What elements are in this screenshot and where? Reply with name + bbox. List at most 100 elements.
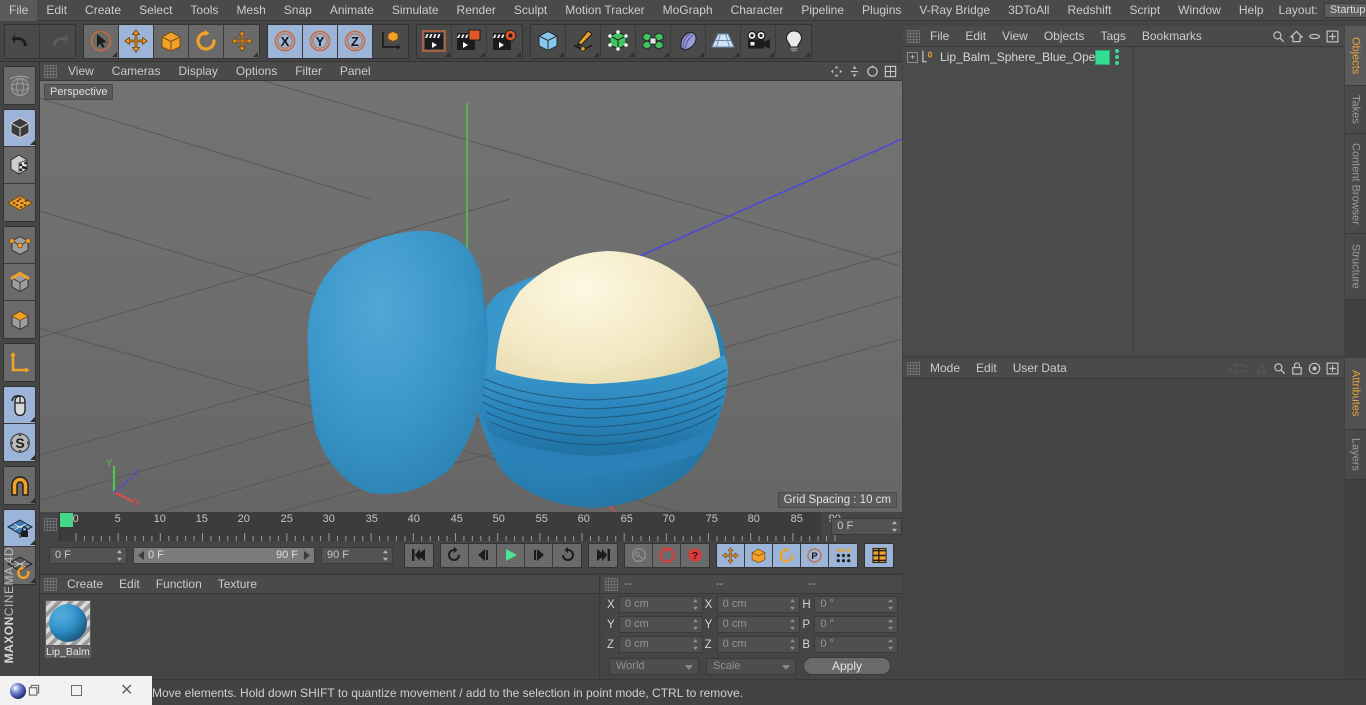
menu-item-script[interactable]: Script	[1120, 0, 1169, 21]
spinner-icon[interactable]	[382, 549, 389, 562]
soft-selection-button[interactable]: S	[4, 424, 35, 461]
taskbar-app-button[interactable]	[0, 676, 51, 705]
render-view-button[interactable]	[417, 24, 452, 58]
panel-grip-icon[interactable]	[44, 577, 57, 591]
spinner-icon[interactable]	[692, 638, 699, 651]
material-thumbnail[interactable]	[45, 600, 91, 646]
menu-item-animate[interactable]: Animate	[321, 0, 383, 21]
range-start-handle-icon[interactable]	[136, 550, 146, 561]
menu-item-edit[interactable]: Edit	[37, 0, 76, 21]
undo-button[interactable]	[5, 24, 40, 58]
viewport-solo-button[interactable]	[4, 387, 35, 424]
rotate-view-icon[interactable]	[866, 64, 879, 78]
add-generator-button[interactable]	[601, 24, 636, 58]
redo-button[interactable]	[40, 24, 75, 58]
workplane-mode-button[interactable]	[4, 184, 35, 221]
search-icon[interactable]	[1273, 362, 1286, 375]
zoom-view-icon[interactable]	[848, 65, 861, 78]
viewport-menu-display[interactable]: Display	[169, 62, 226, 81]
tab-content-browser[interactable]: Content Browser	[1345, 134, 1366, 234]
viewport-canvas[interactable]: Perspective Grid Spacing : 10 cm Y X Z	[40, 81, 902, 512]
render-settings-button[interactable]	[487, 24, 522, 58]
spinner-icon[interactable]	[692, 618, 699, 631]
layout-dropdown[interactable]: Startup	[1323, 2, 1366, 18]
spinner-icon[interactable]	[789, 598, 796, 611]
panel-grip-icon[interactable]	[605, 577, 618, 591]
home-icon[interactable]	[1290, 30, 1303, 43]
point-level-animation-button[interactable]	[829, 543, 857, 567]
current-frame-input[interactable]: 0 F	[49, 546, 127, 564]
object-menu-bookmarks[interactable]: Bookmarks	[1134, 26, 1210, 47]
rotate-tool[interactable]	[189, 24, 224, 58]
panel-grip-icon[interactable]	[44, 518, 57, 531]
viewport-menu-options[interactable]: Options	[227, 62, 286, 81]
attributes-menu-user-data[interactable]: User Data	[1005, 358, 1075, 379]
menu-item-sculpt[interactable]: Sculpt	[505, 0, 556, 21]
object-row[interactable]: + 0 Lip_Balm_Sphere_Blue_Open	[903, 47, 1344, 67]
material-menu-texture[interactable]: Texture	[210, 575, 265, 594]
next-frame-button[interactable]	[525, 543, 553, 567]
current-frame-marker[interactable]	[59, 513, 73, 527]
expand-toggle-icon[interactable]: +	[907, 51, 918, 63]
world-object-coordinates[interactable]	[373, 24, 408, 58]
polygon-mode-button[interactable]	[4, 301, 35, 338]
menu-item-window[interactable]: Window	[1169, 0, 1230, 21]
edge-mode-button[interactable]	[4, 264, 35, 301]
rot-p-input[interactable]: 0 °	[814, 616, 899, 633]
taskbar-maximize-button[interactable]	[51, 676, 102, 705]
tab-attributes[interactable]: Attributes	[1345, 358, 1366, 430]
spinner-icon[interactable]	[887, 598, 894, 611]
viewport-menu-view[interactable]: View	[59, 62, 103, 81]
timeline-ruler[interactable]: 0 5 10 15 20 25 30 35 40 45 50 55 60 65 …	[58, 512, 841, 541]
add-cube-button[interactable]	[531, 24, 566, 58]
attributes-menu-mode[interactable]: Mode	[922, 358, 968, 379]
spinner-icon[interactable]	[692, 598, 699, 611]
spinner-icon[interactable]	[891, 520, 898, 533]
previous-key-button[interactable]	[441, 543, 469, 567]
rot-h-input[interactable]: 0 °	[814, 596, 899, 613]
object-menu-objects[interactable]: Objects	[1036, 26, 1093, 47]
menu-item-motion-tracker[interactable]: Motion Tracker	[556, 0, 653, 21]
taskbar-close-button[interactable]: ✕	[101, 676, 152, 705]
scale-tool[interactable]	[154, 24, 189, 58]
timeline-frame-field[interactable]: 0 F	[831, 518, 902, 535]
viewport-menu-cameras[interactable]: Cameras	[103, 62, 170, 81]
apply-button[interactable]: Apply	[803, 657, 891, 675]
add-environment-button[interactable]	[706, 24, 741, 58]
spinner-icon[interactable]	[887, 618, 894, 631]
object-menu-tags[interactable]: Tags	[1093, 26, 1134, 47]
add-camera-button[interactable]	[741, 24, 776, 58]
tab-takes[interactable]: Takes	[1345, 86, 1366, 134]
tab-objects[interactable]: Objects	[1345, 26, 1366, 86]
menu-item-tools[interactable]: Tools	[181, 0, 227, 21]
add-mograph-button[interactable]	[636, 24, 671, 58]
x-axis-lock[interactable]: X	[268, 24, 303, 58]
object-menu-file[interactable]: File	[922, 26, 957, 47]
menu-item-file[interactable]: File	[0, 0, 38, 21]
render-to-picture-viewer-button[interactable]	[452, 24, 487, 58]
material-item[interactable]: Lip_Balm	[45, 600, 91, 658]
add-spline-button[interactable]	[566, 24, 601, 58]
target-icon[interactable]	[1308, 362, 1321, 375]
record-active-objects-button[interactable]	[625, 543, 653, 567]
end-frame-input[interactable]: 90 F	[321, 546, 393, 564]
preview-range-bar[interactable]: 0 F 90 F	[133, 546, 315, 564]
pan-view-icon[interactable]	[830, 65, 843, 78]
autokeying-button[interactable]	[653, 543, 681, 567]
go-to-start-button[interactable]	[405, 543, 433, 567]
scale-key-button[interactable]	[745, 543, 773, 567]
range-end-handle-icon[interactable]	[302, 550, 312, 561]
menu-item-plugins[interactable]: Plugins	[853, 0, 910, 21]
pos-x-input[interactable]: 0 cm	[619, 596, 703, 613]
keyframe-selection-button[interactable]: ?	[681, 543, 709, 567]
snap-magnet-button[interactable]	[4, 467, 35, 504]
param-key-button[interactable]: P	[801, 543, 829, 567]
plus-box-icon[interactable]	[1326, 30, 1339, 43]
transform-tool[interactable]	[224, 24, 259, 58]
panel-grip-icon[interactable]	[907, 361, 920, 375]
timeline-toggle-button[interactable]	[865, 543, 893, 567]
search-icon[interactable]	[1272, 30, 1285, 43]
tag-dots-icon[interactable]	[1115, 49, 1119, 65]
restore-window-icon[interactable]	[28, 684, 41, 697]
model-mode-button[interactable]	[4, 110, 35, 147]
